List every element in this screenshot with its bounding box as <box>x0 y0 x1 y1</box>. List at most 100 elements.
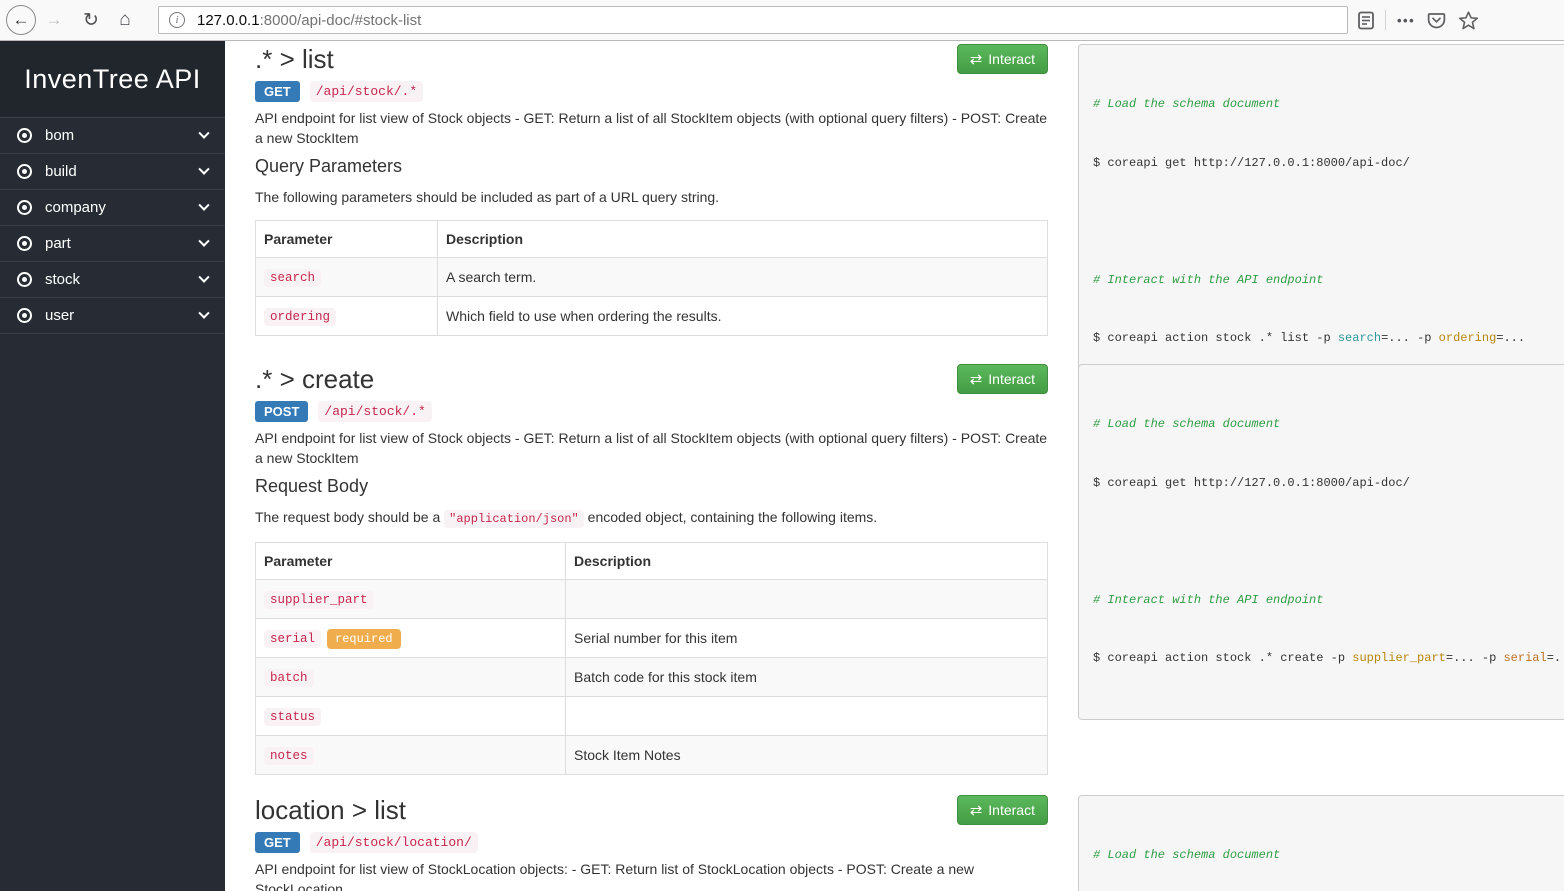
interact-button[interactable]: ⇄ Interact <box>957 795 1048 825</box>
param-name: search <box>264 269 321 287</box>
sidebar-item-stock[interactable]: stock <box>0 262 225 298</box>
subsection-heading: Request Body <box>255 476 1048 497</box>
code-param-token: ordering <box>1439 331 1497 345</box>
code-command: $ coreapi action stock .* list -p search… <box>1093 329 1564 349</box>
table-row: search A search term. <box>256 258 1048 297</box>
sidebar-item-build[interactable]: build <box>0 154 225 190</box>
toolbar-actions: ••• <box>1358 10 1479 31</box>
code-command: $ coreapi get http://127.0.0.1:8000/api-… <box>1093 474 1564 494</box>
bullseye-icon <box>17 164 32 179</box>
overflow-menu-button[interactable]: ••• <box>1397 13 1415 28</box>
subsection-text: The following parameters should be inclu… <box>255 187 1048 207</box>
table-header-row: Parameter Description <box>256 543 1048 580</box>
param-name: notes <box>264 747 314 765</box>
pocket-icon[interactable] <box>1426 10 1447 31</box>
interact-button[interactable]: ⇄ Interact <box>957 44 1048 74</box>
code-column: # Load the schema document $ coreapi get… <box>1078 364 1564 720</box>
url-text: 127.0.0.1:8000/api-doc/#stock-list <box>197 12 421 29</box>
table-row: supplier_part <box>256 580 1048 619</box>
interact-button[interactable]: ⇄ Interact <box>957 364 1048 394</box>
sidebar-item-label: stock <box>45 271 200 288</box>
request-body-table: Parameter Description supplier_part seri… <box>255 542 1048 775</box>
toolbar-separator <box>1385 10 1386 30</box>
method-badge: POST <box>255 401 308 422</box>
subsection-text: The request body should be a "applicatio… <box>255 507 1048 529</box>
doc-column: .* > list ⇄ Interact GET /api/stock/.* A… <box>255 44 1048 336</box>
content-type-code: "application/json" <box>444 510 584 528</box>
exchange-icon: ⇄ <box>970 52 983 67</box>
refresh-button[interactable]: ↻ <box>76 9 106 32</box>
bullseye-icon <box>17 236 32 251</box>
method-badge: GET <box>255 81 300 102</box>
code-column: # Load the schema document $ coreapi get… <box>1078 44 1564 400</box>
chevron-down-icon <box>198 127 209 138</box>
interact-label: Interact <box>988 371 1035 387</box>
bookmark-star-icon[interactable] <box>1458 10 1479 31</box>
code-comment: # Load the schema document <box>1093 417 1280 431</box>
param-description: A search term. <box>438 258 1048 297</box>
endpoint-description: API endpoint for list view of StockLocat… <box>255 860 1048 891</box>
table-row: status <box>256 697 1048 736</box>
forward-button[interactable]: → <box>40 10 68 30</box>
bullseye-icon <box>17 308 32 323</box>
interact-label: Interact <box>988 51 1035 67</box>
sidebar-item-bom[interactable]: bom <box>0 118 225 154</box>
sidebar-item-part[interactable]: part <box>0 226 225 262</box>
table-header-cell: Description <box>438 221 1048 258</box>
chevron-down-icon <box>198 163 209 174</box>
section-title: location > list <box>255 795 406 825</box>
table-header-row: Parameter Description <box>256 221 1048 258</box>
param-description: Serial number for this item <box>566 619 1048 658</box>
interact-label: Interact <box>988 802 1035 818</box>
sidebar-item-company[interactable]: company <box>0 190 225 226</box>
param-description <box>566 697 1048 736</box>
table-row: serialrequired Serial number for this it… <box>256 619 1048 658</box>
endpoint-path: /api/stock/.* <box>318 401 431 422</box>
param-description: Which field to use when ordering the res… <box>438 297 1048 336</box>
table-row: notes Stock Item Notes <box>256 736 1048 775</box>
table-row: batch Batch code for this stock item <box>256 658 1048 697</box>
sidebar-item-label: user <box>45 307 200 324</box>
code-param-token: search <box>1338 331 1381 345</box>
code-panel: # Load the schema document $ coreapi get… <box>1078 44 1564 400</box>
sidebar: InvenTree API bom build company part sto… <box>0 41 225 891</box>
doc-column: .* > create ⇄ Interact POST /api/stock/.… <box>255 364 1048 775</box>
code-param-token: serial <box>1503 651 1546 665</box>
sidebar-header: InvenTree API <box>0 41 225 118</box>
param-description <box>566 580 1048 619</box>
param-name: supplier_part <box>264 591 374 609</box>
url-bar[interactable]: i 127.0.0.1:8000/api-doc/#stock-list <box>158 6 1348 34</box>
param-description: Batch code for this stock item <box>566 658 1048 697</box>
sidebar-item-label: build <box>45 163 200 180</box>
bullseye-icon <box>17 200 32 215</box>
chevron-down-icon <box>198 307 209 318</box>
query-params-table: Parameter Description search A search te… <box>255 220 1048 336</box>
bullseye-icon <box>17 272 32 287</box>
endpoint-description: API endpoint for list view of Stock obje… <box>255 429 1048 468</box>
param-name: ordering <box>264 308 336 326</box>
code-panel: # Load the schema document $ coreapi get… <box>1078 364 1564 720</box>
param-name: status <box>264 708 321 726</box>
reader-mode-icon[interactable] <box>1358 11 1374 30</box>
section-title: .* > create <box>255 364 374 394</box>
back-button[interactable]: ← <box>6 5 36 35</box>
table-header-cell: Parameter <box>256 543 566 580</box>
code-command: $ coreapi get http://127.0.0.1:8000/api-… <box>1093 154 1564 174</box>
chevron-down-icon <box>198 199 209 210</box>
site-info-icon[interactable]: i <box>169 12 185 28</box>
code-param-token: supplier_part <box>1352 651 1446 665</box>
section-stock-list: .* > list ⇄ Interact GET /api/stock/.* A… <box>255 44 1564 400</box>
home-button[interactable]: ⌂ <box>110 9 140 31</box>
code-comment: # Interact with the API endpoint <box>1093 593 1323 607</box>
sidebar-item-user[interactable]: user <box>0 298 225 334</box>
app-window: ← → ↻ ⌂ i 127.0.0.1:8000/api-doc/#stock-… <box>0 0 1564 891</box>
table-header-cell: Parameter <box>256 221 438 258</box>
browser-toolbar: ← → ↻ ⌂ i 127.0.0.1:8000/api-doc/#stock-… <box>0 0 1564 41</box>
section-title: .* > list <box>255 44 334 74</box>
code-command: $ coreapi action stock .* create -p supp… <box>1093 649 1564 669</box>
table-row: ordering Which field to use when orderin… <box>256 297 1048 336</box>
param-description: Stock Item Notes <box>566 736 1048 775</box>
chevron-down-icon <box>198 271 209 282</box>
main-content: .* > list ⇄ Interact GET /api/stock/.* A… <box>225 41 1564 891</box>
sidebar-item-label: bom <box>45 127 200 144</box>
